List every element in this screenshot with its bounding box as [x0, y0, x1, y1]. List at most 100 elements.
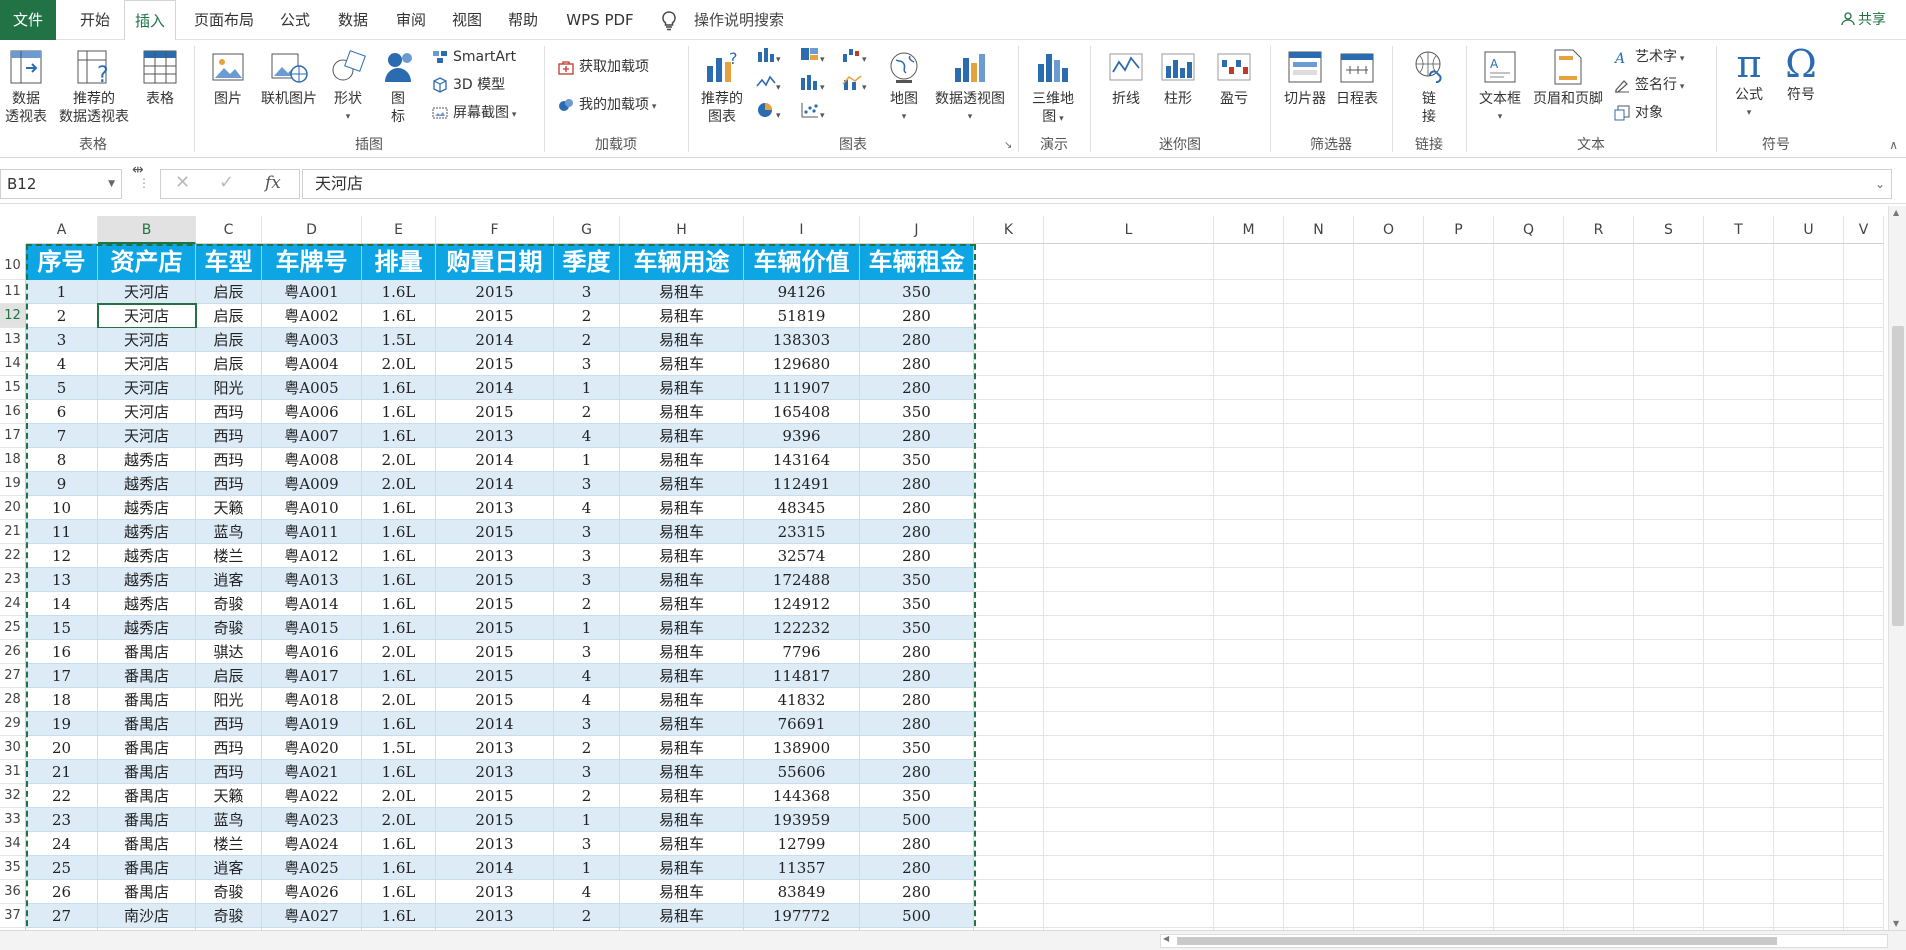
empty-cell[interactable]	[1494, 760, 1564, 784]
empty-cell[interactable]	[1844, 448, 1884, 472]
empty-cell[interactable]	[1354, 880, 1424, 904]
empty-cell[interactable]	[1354, 520, 1424, 544]
empty-cell[interactable]	[1634, 808, 1704, 832]
table-cell[interactable]: 9	[26, 472, 98, 496]
empty-cell[interactable]	[1424, 904, 1494, 928]
empty-cell[interactable]	[1354, 688, 1424, 712]
formula-input[interactable]: 天河店 ⌄	[302, 169, 1892, 199]
empty-cell[interactable]	[1044, 496, 1214, 520]
table-cell[interactable]: 3	[554, 352, 620, 376]
table-cell[interactable]: 2	[554, 736, 620, 760]
empty-cell[interactable]	[1424, 856, 1494, 880]
table-cell[interactable]: 易租车	[620, 592, 744, 616]
empty-cell[interactable]	[1354, 784, 1424, 808]
table-cell[interactable]: 280	[860, 832, 974, 856]
empty-cell[interactable]	[1044, 760, 1214, 784]
table-cell[interactable]: 2015	[436, 616, 554, 640]
table-cell[interactable]: 楼兰	[196, 544, 262, 568]
header-cell[interactable]: 车辆租金	[860, 244, 974, 280]
table-cell[interactable]: 2013	[436, 496, 554, 520]
pivot-chart-button[interactable]: 数据透视图 ▾	[930, 48, 1010, 126]
empty-cell[interactable]	[1774, 592, 1844, 616]
empty-cell[interactable]	[1634, 280, 1704, 304]
empty-cell[interactable]	[1564, 520, 1634, 544]
pie-chart-button[interactable]: ▾	[756, 102, 781, 124]
column-header-O[interactable]: O	[1354, 216, 1424, 244]
table-cell[interactable]: 1.6L	[362, 880, 436, 904]
sparkline-line-button[interactable]: 折线	[1104, 48, 1148, 108]
table-cell[interactable]: 粤A020	[262, 736, 362, 760]
waterfall-chart-button[interactable]: ▾	[842, 46, 867, 68]
row-header[interactable]: 17	[0, 424, 26, 448]
table-cell[interactable]: 2014	[436, 448, 554, 472]
table-cell[interactable]: 3	[554, 712, 620, 736]
table-cell[interactable]: 27	[26, 904, 98, 928]
empty-cell[interactable]	[1844, 376, 1884, 400]
table-cell[interactable]: 天河店	[98, 352, 196, 376]
empty-cell[interactable]	[1494, 472, 1564, 496]
empty-cell[interactable]	[1284, 904, 1354, 928]
row-header[interactable]: 16	[0, 400, 26, 424]
maps-button[interactable]: 地图 ▾	[884, 48, 924, 126]
empty-cell[interactable]	[1564, 304, 1634, 328]
empty-cell[interactable]	[1424, 688, 1494, 712]
empty-cell[interactable]	[1494, 424, 1564, 448]
table-cell[interactable]: 1	[554, 376, 620, 400]
empty-cell[interactable]	[1564, 496, 1634, 520]
table-cell[interactable]: 粤A023	[262, 808, 362, 832]
empty-cell[interactable]	[1844, 496, 1884, 520]
empty-cell[interactable]	[1044, 640, 1214, 664]
table-cell[interactable]: 1.6L	[362, 376, 436, 400]
row-header[interactable]: 37	[0, 904, 26, 928]
table-cell[interactable]: 94126	[744, 280, 860, 304]
empty-cell[interactable]	[1494, 712, 1564, 736]
empty-cell[interactable]	[1044, 808, 1214, 832]
table-cell[interactable]: 3	[554, 280, 620, 304]
empty-cell[interactable]	[1704, 736, 1774, 760]
table-cell[interactable]: 番禺店	[98, 760, 196, 784]
empty-cell[interactable]	[1704, 244, 1774, 280]
table-cell[interactable]: 易租车	[620, 832, 744, 856]
empty-cell[interactable]	[1284, 592, 1354, 616]
empty-cell[interactable]	[1774, 904, 1844, 928]
table-cell[interactable]: 129680	[744, 352, 860, 376]
empty-cell[interactable]	[1424, 544, 1494, 568]
table-cell[interactable]: 1.6L	[362, 280, 436, 304]
table-cell[interactable]: 280	[860, 376, 974, 400]
table-cell[interactable]: 骐达	[196, 640, 262, 664]
empty-cell[interactable]	[1564, 904, 1634, 928]
table-cell[interactable]: 1.6L	[362, 568, 436, 592]
table-cell[interactable]: 24	[26, 832, 98, 856]
empty-cell[interactable]	[1844, 688, 1884, 712]
link-button[interactable]: 链 接	[1404, 48, 1454, 126]
table-cell[interactable]: 10	[26, 496, 98, 520]
empty-cell[interactable]	[1774, 472, 1844, 496]
empty-cell[interactable]	[1774, 640, 1844, 664]
table-cell[interactable]: 粤A025	[262, 856, 362, 880]
pivot-table-button[interactable]: 数据 透视表	[2, 48, 50, 126]
table-cell[interactable]: 易租车	[620, 280, 744, 304]
hierarchy-chart-button[interactable]: ▾	[800, 46, 825, 68]
table-cell[interactable]: 西玛	[196, 760, 262, 784]
empty-cell[interactable]	[974, 424, 1044, 448]
table-cell[interactable]: 易租车	[620, 616, 744, 640]
empty-cell[interactable]	[1844, 760, 1884, 784]
empty-cell[interactable]	[1044, 400, 1214, 424]
pictures-button[interactable]: 图片	[206, 48, 250, 108]
table-cell[interactable]: 2014	[436, 376, 554, 400]
empty-cell[interactable]	[1774, 400, 1844, 424]
empty-cell[interactable]	[1494, 448, 1564, 472]
empty-cell[interactable]	[1494, 244, 1564, 280]
empty-cell[interactable]	[1844, 304, 1884, 328]
table-cell[interactable]: 天河店	[98, 280, 196, 304]
table-cell[interactable]: 2015	[436, 688, 554, 712]
empty-cell[interactable]	[1284, 760, 1354, 784]
table-cell[interactable]: 蓝鸟	[196, 808, 262, 832]
table-cell[interactable]: 2014	[436, 712, 554, 736]
empty-cell[interactable]	[1564, 808, 1634, 832]
empty-cell[interactable]	[1424, 304, 1494, 328]
empty-cell[interactable]	[1284, 616, 1354, 640]
table-cell[interactable]: 2	[554, 328, 620, 352]
horizontal-scrollbar[interactable]: ◀	[1160, 934, 1888, 948]
empty-cell[interactable]	[1214, 244, 1284, 280]
